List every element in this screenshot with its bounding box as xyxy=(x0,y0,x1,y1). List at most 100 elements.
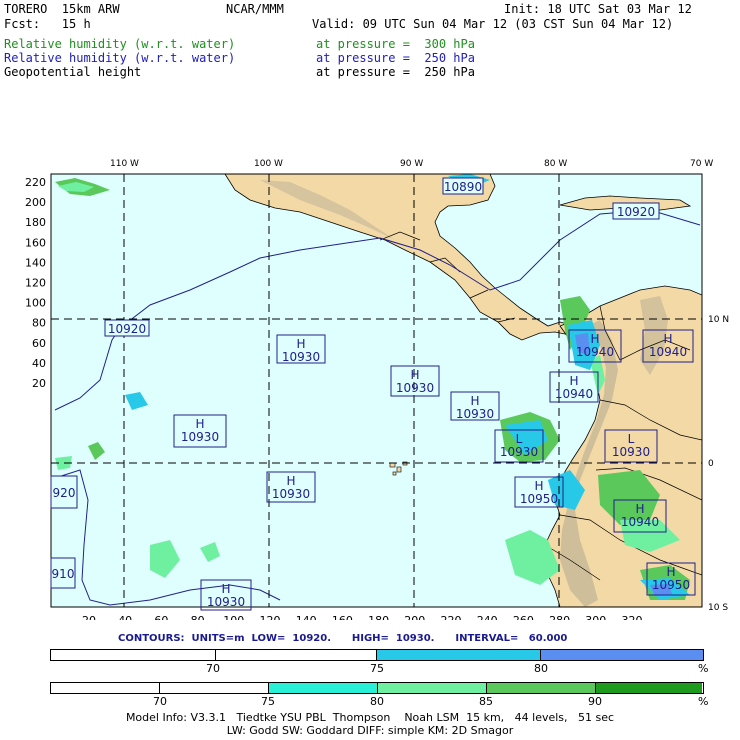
legend-rh300-seg-3 xyxy=(378,683,487,693)
y-axis-label: 220 xyxy=(25,176,46,189)
center-value-label: 10940 xyxy=(621,515,659,529)
legend-rh250-label-70: 70 xyxy=(206,662,220,675)
field-rh250-name: Relative humidity (w.r.t. water) xyxy=(4,51,236,65)
x-axis-label: 60 xyxy=(154,614,168,620)
x-axis-label: 320 xyxy=(622,614,643,620)
contour-label: 10890 xyxy=(442,177,484,195)
y-axis-label: 180 xyxy=(25,216,46,229)
y-axis-label: 80 xyxy=(32,317,46,330)
legend-rh300-label-85: 85 xyxy=(479,695,493,708)
legend-rh250-label-pct: % xyxy=(698,662,709,675)
center-value-label: 10930 xyxy=(272,487,310,501)
legend-rh250-bar xyxy=(50,649,704,661)
init-time: Init: 18 UTC Sat 03 Mar 12 xyxy=(504,2,692,16)
center-value-label: 10930 xyxy=(181,430,219,444)
center-value-label: 10950 xyxy=(520,492,558,506)
center-value-label: 10930 xyxy=(282,350,320,364)
center-type-label: H xyxy=(534,479,543,493)
x-axis-label: 40 xyxy=(118,614,132,620)
legend-rh300-seg-2 xyxy=(269,683,378,693)
legend-rh250-seg-3 xyxy=(541,650,703,660)
contour-label: 10920 xyxy=(612,202,660,220)
center-type-label: H xyxy=(590,332,599,346)
legend-rh250-seg-0 xyxy=(51,650,216,660)
contour-label: 920 xyxy=(50,475,78,509)
center-type-label: H xyxy=(569,374,578,388)
legend-rh250-label-75: 75 xyxy=(370,662,384,675)
contour-info: CONTOURS: UNITS=m LOW= 10920. HIGH= 1093… xyxy=(118,633,568,644)
center-name: NCAR/MMM xyxy=(226,2,284,16)
y-axis-label: 20 xyxy=(32,377,46,390)
lon-label-110w: 110 W xyxy=(110,159,139,169)
contour-label-text: 10890 xyxy=(444,180,482,194)
center-value-label: 10940 xyxy=(649,345,687,359)
legend-rh300-label-80: 80 xyxy=(370,695,384,708)
y-axis-label: 120 xyxy=(25,277,46,290)
legend-rh300-label-90: 90 xyxy=(588,695,602,708)
center-type-label: L xyxy=(628,432,635,446)
valid-time: Valid: 09 UTC Sun 04 Mar 12 (03 CST Sun … xyxy=(312,17,674,31)
legend-rh250-seg-1 xyxy=(216,650,377,660)
legend-rh250-label-80: 80 xyxy=(534,662,548,675)
lon-label-90w: 90 W xyxy=(400,159,423,169)
legend-rh300-label-pct: % xyxy=(698,695,709,708)
center-value-label: 10940 xyxy=(555,387,593,401)
forecast-hour: Fcst: 15 h xyxy=(4,17,91,31)
x-axis-label: 180 xyxy=(368,614,389,620)
x-axis-label: 120 xyxy=(260,614,281,620)
lat-label-eq: 0 xyxy=(708,459,714,469)
lon-label-70w: 70 W xyxy=(690,159,713,169)
lat-label-10s: 10 S xyxy=(708,603,728,613)
contour-label-text: 10920 xyxy=(617,205,655,219)
x-axis-label: 100 xyxy=(223,614,244,620)
lat-label-10n: 10 N xyxy=(708,315,729,325)
center-value-label: 10930 xyxy=(500,445,538,459)
center-value-label: 10930 xyxy=(207,595,245,609)
legend-rh300-seg-5 xyxy=(596,683,702,693)
contour-label-text: 910 xyxy=(52,567,75,581)
x-axis-label: 200 xyxy=(404,614,425,620)
center-value-label: 10930 xyxy=(456,407,494,421)
y-axis-label: 140 xyxy=(25,256,46,269)
y-axis-label: 200 xyxy=(25,196,46,209)
weather-map: 110 W 100 W 90 W 80 W 70 W 10 N 0 10 S 2… xyxy=(25,159,729,620)
x-axis-label: 300 xyxy=(585,614,606,620)
field-rh300-name: Relative humidity (w.r.t. water) xyxy=(4,37,236,51)
x-axis-label: 140 xyxy=(296,614,317,620)
model-info-line2: LW: Godd SW: Goddard DIFF: simple KM: 2D… xyxy=(226,724,514,737)
center-type-label: H xyxy=(195,417,204,431)
contour-label-text: 10920 xyxy=(108,322,146,336)
x-axis-label: 160 xyxy=(332,614,353,620)
center-value-label: 10930 xyxy=(396,381,434,395)
model-info-line1: Model Info: V3.3.1 Tiedtke YSU PBL Thomp… xyxy=(125,711,615,724)
x-axis-label: 80 xyxy=(191,614,205,620)
legend-rh300-label-70: 70 xyxy=(153,695,167,708)
x-axis-label: 280 xyxy=(549,614,570,620)
legend-rh300-bar xyxy=(50,682,704,694)
field-geopot-level: at pressure = 250 hPa xyxy=(316,65,475,79)
legend-rh300-seg-4 xyxy=(487,683,596,693)
contour-label: 910 xyxy=(50,557,76,589)
legend-rh250-seg-2 xyxy=(376,650,542,660)
x-axis-label: 220 xyxy=(441,614,462,620)
center-type-label: L xyxy=(516,432,523,446)
center-type-label: H xyxy=(663,332,672,346)
center-value-label: 10940 xyxy=(576,345,614,359)
center-type-label: H xyxy=(635,502,644,516)
contour-label-text: 920 xyxy=(53,486,76,500)
model-name: TORERO 15km ARW xyxy=(4,2,120,16)
y-axis-label: 60 xyxy=(32,337,46,350)
lon-label-80w: 80 W xyxy=(544,159,567,169)
y-axis-label: 100 xyxy=(25,297,46,310)
center-type-label: H xyxy=(470,394,479,408)
y-axis-label: 40 xyxy=(32,357,46,370)
center-type-label: H xyxy=(410,368,419,382)
lon-label-100w: 100 W xyxy=(254,159,283,169)
x-axis-label: 240 xyxy=(477,614,498,620)
center-value-label: 10930 xyxy=(612,445,650,459)
x-axis-label: 260 xyxy=(513,614,534,620)
y-axis-label: 160 xyxy=(25,236,46,249)
field-geopot-name: Geopotential height xyxy=(4,65,142,79)
center-value-label: 10950 xyxy=(652,578,690,592)
field-rh250-level: at pressure = 250 hPa xyxy=(316,51,475,65)
